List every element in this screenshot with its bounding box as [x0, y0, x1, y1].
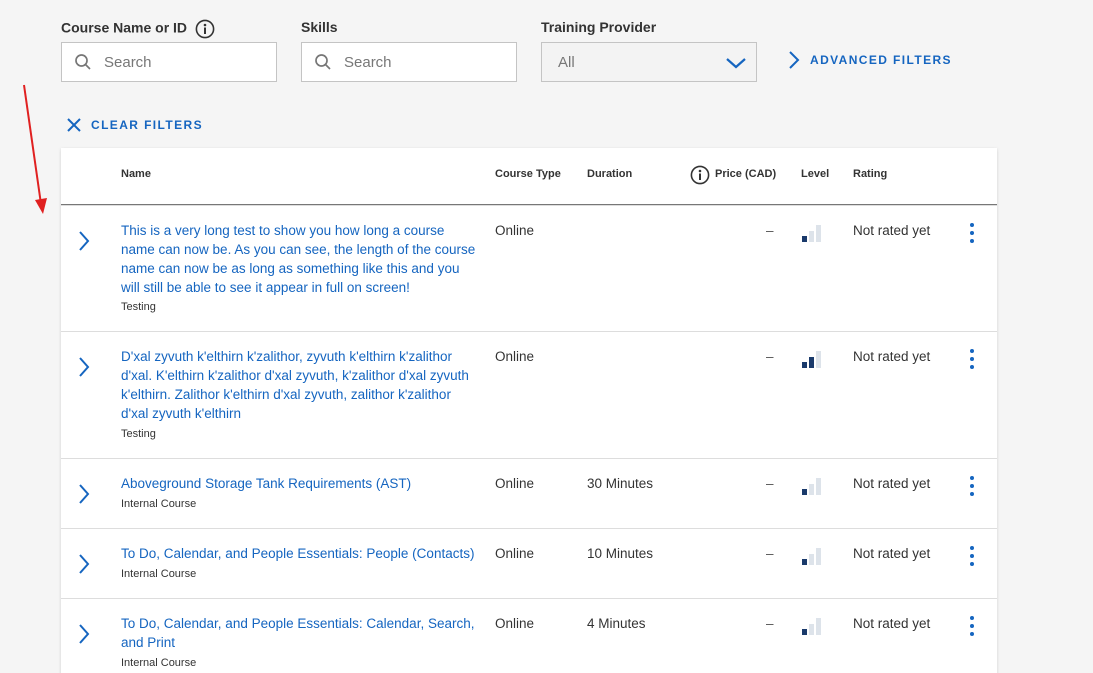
course-type: Online	[495, 546, 535, 561]
course-name-link[interactable]: This is a very long test to show you how…	[121, 221, 476, 297]
course-table: Name Course Type Duration Price (CAD) Le…	[61, 148, 997, 673]
more-options-icon[interactable]	[963, 546, 981, 568]
chevron-down-icon	[726, 58, 746, 69]
level-bars-icon	[802, 225, 821, 242]
course-type: Online	[495, 349, 535, 364]
course-provider: Testing	[121, 301, 156, 313]
info-icon[interactable]	[195, 19, 215, 39]
expand-chevron-icon[interactable]	[77, 623, 91, 645]
course-search-placeholder: Search	[104, 53, 152, 71]
table-row[interactable]: To Do, Calendar, and People Essentials: …	[61, 598, 997, 673]
course-rating: Not rated yet	[853, 616, 931, 631]
clear-filters-button[interactable]: CLEAR FILTERS	[66, 117, 203, 133]
more-options-icon[interactable]	[963, 349, 981, 371]
search-icon	[315, 54, 331, 70]
price-info-icon[interactable]	[690, 165, 710, 185]
expand-chevron-icon[interactable]	[77, 553, 91, 575]
table-row[interactable]: Aboveground Storage Tank Requirements (A…	[61, 458, 997, 528]
course-price: –	[766, 349, 774, 364]
expand-chevron-icon[interactable]	[77, 483, 91, 505]
table-row[interactable]: To Do, Calendar, and People Essentials: …	[61, 528, 997, 598]
course-price: –	[766, 616, 774, 631]
course-duration: 4 Minutes	[587, 616, 646, 631]
column-header-course-type[interactable]: Course Type	[495, 168, 561, 180]
course-type: Online	[495, 223, 535, 238]
training-provider-value: All	[558, 53, 575, 71]
column-header-level[interactable]: Level	[801, 168, 829, 180]
course-provider: Testing	[121, 428, 156, 440]
annotation-arrow	[23, 84, 47, 214]
expand-chevron-icon[interactable]	[77, 230, 91, 252]
skills-search-placeholder: Search	[344, 53, 392, 71]
more-options-icon[interactable]	[963, 223, 981, 245]
clear-filters-label: CLEAR FILTERS	[91, 118, 203, 132]
level-bars-icon	[802, 548, 821, 565]
more-options-icon[interactable]	[963, 476, 981, 498]
advanced-filters-button[interactable]: ADVANCED FILTERS	[787, 50, 952, 70]
course-rating: Not rated yet	[853, 349, 931, 364]
course-price: –	[766, 546, 774, 561]
course-rating: Not rated yet	[853, 223, 931, 238]
skills-search-input[interactable]: Search	[301, 42, 517, 82]
course-type: Online	[495, 476, 535, 491]
course-name-link[interactable]: To Do, Calendar, and People Essentials: …	[121, 544, 481, 563]
expand-chevron-icon[interactable]	[77, 356, 91, 378]
course-search-input[interactable]: Search	[61, 42, 277, 82]
table-row[interactable]: D'xal zyvuth k'elthirn k'zalithor, zyvut…	[61, 331, 997, 458]
course-price: –	[766, 476, 774, 491]
course-rating: Not rated yet	[853, 546, 931, 561]
column-header-duration[interactable]: Duration	[587, 168, 632, 180]
course-duration: 10 Minutes	[587, 546, 654, 561]
course-rating: Not rated yet	[853, 476, 931, 491]
course-price: –	[766, 223, 774, 238]
advanced-filters-label: ADVANCED FILTERS	[810, 53, 952, 67]
column-header-rating[interactable]: Rating	[853, 168, 887, 180]
course-duration: 30 Minutes	[587, 476, 654, 491]
column-header-price[interactable]: Price (CAD)	[715, 168, 776, 180]
chevron-right-icon	[789, 51, 800, 69]
level-bars-icon	[802, 351, 821, 368]
search-icon	[75, 54, 91, 70]
training-provider-select[interactable]: All	[541, 42, 757, 82]
course-provider: Internal Course	[121, 498, 197, 510]
level-bars-icon	[802, 618, 821, 635]
table-row[interactable]: This is a very long test to show you how…	[61, 205, 997, 331]
skills-label: Skills	[301, 19, 338, 35]
training-provider-label: Training Provider	[541, 19, 657, 35]
level-bars-icon	[802, 478, 821, 495]
course-name-link[interactable]: Aboveground Storage Tank Requirements (A…	[121, 474, 476, 493]
column-header-name[interactable]: Name	[121, 168, 151, 180]
course-provider: Internal Course	[121, 657, 197, 669]
close-icon	[67, 118, 81, 132]
course-provider: Internal Course	[121, 568, 197, 580]
course-name-label: Course Name or ID	[61, 19, 215, 39]
more-options-icon[interactable]	[963, 616, 981, 638]
course-type: Online	[495, 616, 535, 631]
course-name-link[interactable]: D'xal zyvuth k'elthirn k'zalithor, zyvut…	[121, 347, 481, 423]
course-name-link[interactable]: To Do, Calendar, and People Essentials: …	[121, 614, 476, 652]
